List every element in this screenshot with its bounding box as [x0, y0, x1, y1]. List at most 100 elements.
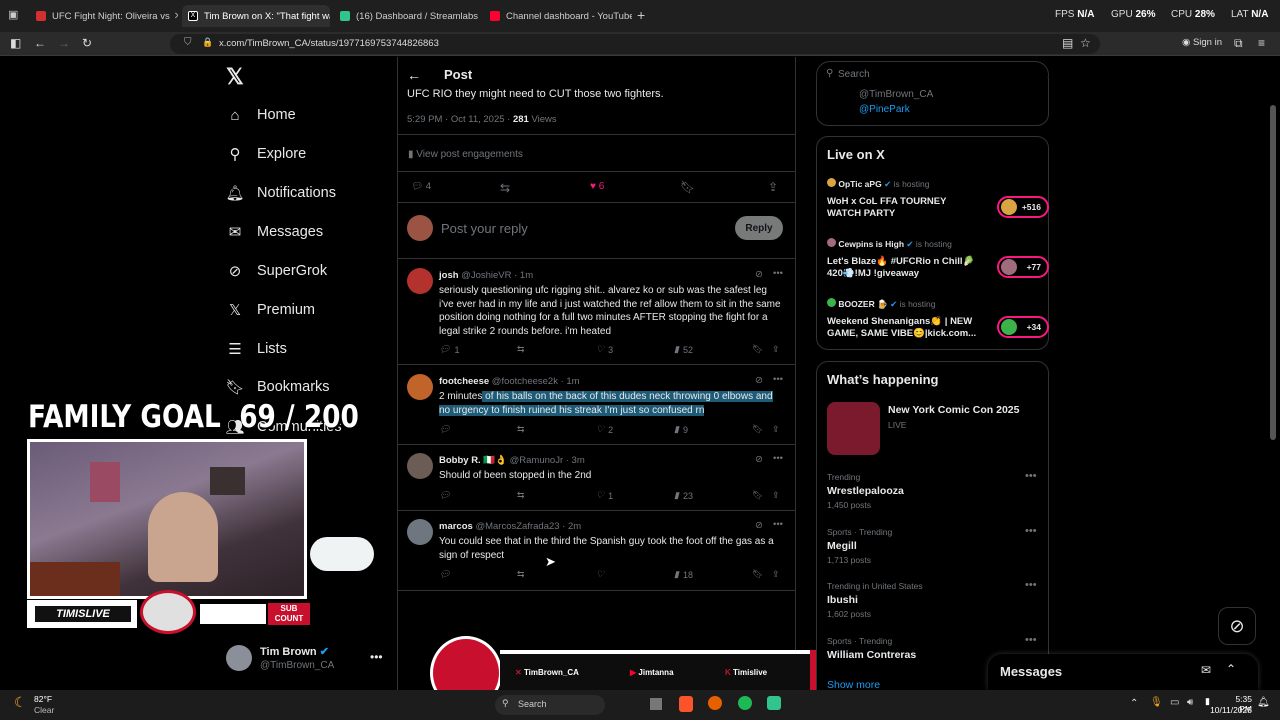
repost-button[interactable]: ⇆ [517, 424, 525, 435]
post-button[interactable] [310, 537, 374, 571]
trend-item[interactable]: Trending in United States Ibushi 1,602 p… [827, 581, 923, 619]
live-item[interactable]: Cewpins is High ✔ is hosting Let's Blaze… [827, 238, 1049, 280]
views-button[interactable]: ▮ 18 [674, 569, 693, 580]
share-icon[interactable]: ⇪ [772, 490, 780, 501]
more-icon[interactable]: ••• [773, 519, 783, 530]
share-icon[interactable]: ⇪ [772, 424, 780, 435]
comment-button[interactable]: 💬︎ [439, 569, 450, 580]
close-tab-icon[interactable]: ✕ [170, 11, 178, 22]
network-icon[interactable]: ▭ [1170, 697, 1179, 708]
trend-title[interactable]: New York Comic Con 2025 [888, 404, 1020, 416]
url-text[interactable]: x.com/TimBrown_CA/status/197716975374482… [219, 38, 439, 49]
back-arrow-icon[interactable]: ← [407, 67, 421, 83]
reload-icon[interactable]: ↻ [82, 36, 92, 50]
live-count-badge[interactable]: +516 [997, 196, 1049, 218]
grok-icon[interactable]: ⊘ [755, 520, 763, 531]
task-view-icon[interactable] [650, 698, 662, 710]
new-message-icon[interactable]: ✉ [1201, 663, 1211, 677]
weather-icon[interactable]: ☾ [14, 694, 27, 711]
taskbar-search[interactable] [495, 695, 605, 715]
grok-icon[interactable]: ⊘ [755, 269, 763, 280]
share-icon[interactable]: ⇪ [768, 180, 778, 194]
chevron-up-icon[interactable]: ⌃ [1130, 698, 1138, 709]
clock-date[interactable]: 10/11/2025 [1210, 705, 1252, 715]
comment-button[interactable]: 💬︎ [439, 490, 450, 501]
reader-mode-icon[interactable]: ▤ [1062, 36, 1073, 50]
grok-icon[interactable]: ⊘ [1218, 607, 1256, 645]
live-count-badge[interactable]: +34 [997, 316, 1049, 338]
tab-actions-icon[interactable]: ▣ [8, 8, 18, 21]
more-icon[interactable]: ••• [1025, 634, 1037, 646]
sidebar-item-messages[interactable]: ✉ Messages [226, 223, 323, 241]
notification-icon[interactable]: 🔔︎ [1257, 697, 1270, 708]
bookmark-icon[interactable]: 🔖︎ [752, 569, 763, 580]
more-icon[interactable]: ••• [1025, 525, 1037, 537]
bookmark-icon[interactable]: 🔖︎ [752, 344, 763, 355]
volume-icon[interactable]: 🔊︎ [1187, 697, 1193, 708]
microphone-icon[interactable]: 🎙︎ [1150, 697, 1163, 708]
views-button[interactable]: ▮ 9 [674, 424, 688, 435]
extensions-icon[interactable]: ⧉ [1234, 36, 1243, 51]
trend-item[interactable]: Sports · Trending Megill 1,713 posts [827, 527, 892, 565]
reply-count[interactable]: 💬︎ 4 [411, 181, 431, 192]
back-icon[interactable]: ← [34, 36, 46, 50]
like-button[interactable]: ♡ 1 [596, 490, 613, 501]
share-icon[interactable]: ⇪ [772, 344, 780, 355]
more-icon[interactable]: ••• [773, 453, 783, 464]
lock-icon[interactable]: 🔒 [202, 37, 213, 48]
more-icon[interactable]: ••• [773, 268, 783, 279]
repost-button[interactable]: ⇆ [517, 569, 525, 580]
like-button[interactable]: ♡ 2 [596, 424, 613, 435]
comment-button[interactable]: 💬︎ 1 [439, 344, 459, 355]
firefox-icon[interactable] [708, 696, 722, 710]
bookmark-icon[interactable]: 🔖︎ [680, 180, 695, 194]
view-engagements-link[interactable]: ▮ View post engagements [408, 149, 523, 160]
more-icon[interactable]: ••• [370, 650, 383, 664]
list-item[interactable]: Bobby R. 🇮🇹👌 @RamunoJr · 3m ⊘ ••• Should… [407, 453, 787, 503]
sidebar-item-bookmarks[interactable]: 🔖︎ Bookmarks [225, 378, 329, 396]
share-icon[interactable]: ⇪ [772, 569, 780, 580]
live-item[interactable]: OpTic aPG ✔ is hosting WoH x CoL FFA TOU… [827, 178, 1049, 220]
sidebar-item-notifications[interactable]: 🔔︎ Notifications [225, 184, 336, 202]
live-count-badge[interactable]: +77 [997, 256, 1049, 278]
new-tab-icon[interactable]: + [637, 7, 645, 23]
avatar[interactable] [226, 645, 252, 671]
more-icon[interactable]: ••• [1025, 579, 1037, 591]
chevron-up-icon[interactable]: ⌃ [1226, 662, 1236, 676]
close-tab-icon[interactable]: ✕ [478, 11, 483, 22]
repost-button[interactable]: ⇆ [517, 490, 525, 501]
browser-tab-ufc[interactable]: UFC Fight Night: Oliveira vs ✕ [30, 5, 178, 27]
sidebar-item-home[interactable]: ⌂ Home [226, 106, 295, 124]
spotify-icon[interactable] [738, 696, 752, 710]
reply-button[interactable]: Reply [735, 216, 783, 240]
views-button[interactable]: ▮ 23 [674, 490, 693, 501]
views-button[interactable]: ▮ 52 [674, 344, 693, 355]
signin-button[interactable]: ◉ Sign in [1182, 37, 1222, 48]
more-icon[interactable]: ••• [773, 374, 783, 385]
sidebar-toggle-icon[interactable]: ◧ [10, 36, 21, 50]
trend-thumbnail[interactable] [827, 402, 880, 455]
bookmark-icon[interactable]: 🔖︎ [752, 490, 763, 501]
grok-icon[interactable]: ⊘ [755, 375, 763, 386]
forward-icon[interactable]: → [58, 36, 70, 50]
sidebar-item-lists[interactable]: ☰ Lists [226, 340, 287, 358]
repost-icon[interactable]: ⇆ [500, 181, 510, 195]
trend-item[interactable]: Sports · Trending William Contreras [827, 636, 916, 661]
more-icon[interactable]: ••• [1025, 470, 1037, 482]
star-icon[interactable]: ☆ [1080, 36, 1091, 50]
browser-tab-x-post[interactable]: X Tim Brown on X: "That fight wa✕ [182, 5, 330, 27]
like-count[interactable]: ♥ 6 [590, 181, 604, 192]
comment-button[interactable]: 💬︎ [439, 424, 450, 435]
list-item[interactable]: footcheese @footcheese2k · 1m ⊘ ••• 2 mi… [407, 374, 787, 439]
grok-icon[interactable]: ⊘ [755, 454, 763, 465]
list-item[interactable]: josh @JoshieVR · 1m ⊘ ••• seriously ques… [407, 268, 787, 358]
profile-link[interactable]: @PinePark [859, 104, 910, 115]
sidebar-item-premium[interactable]: 𝕏 Premium [226, 301, 315, 319]
scrollbar[interactable] [1270, 105, 1276, 440]
sidebar-item-supergrok[interactable]: ⊘ SuperGrok [226, 262, 327, 280]
messages-drawer[interactable]: Messages ✉ ⌃ [988, 654, 1258, 690]
trend-item[interactable]: Trending Wrestlepalooza 1,450 posts [827, 472, 904, 510]
browser-tab-streamlabs[interactable]: (16) Dashboard / Streamlabs✕ [334, 5, 482, 27]
like-button[interactable]: ♡ [596, 569, 604, 580]
like-button[interactable]: ♡ 3 [596, 344, 613, 355]
